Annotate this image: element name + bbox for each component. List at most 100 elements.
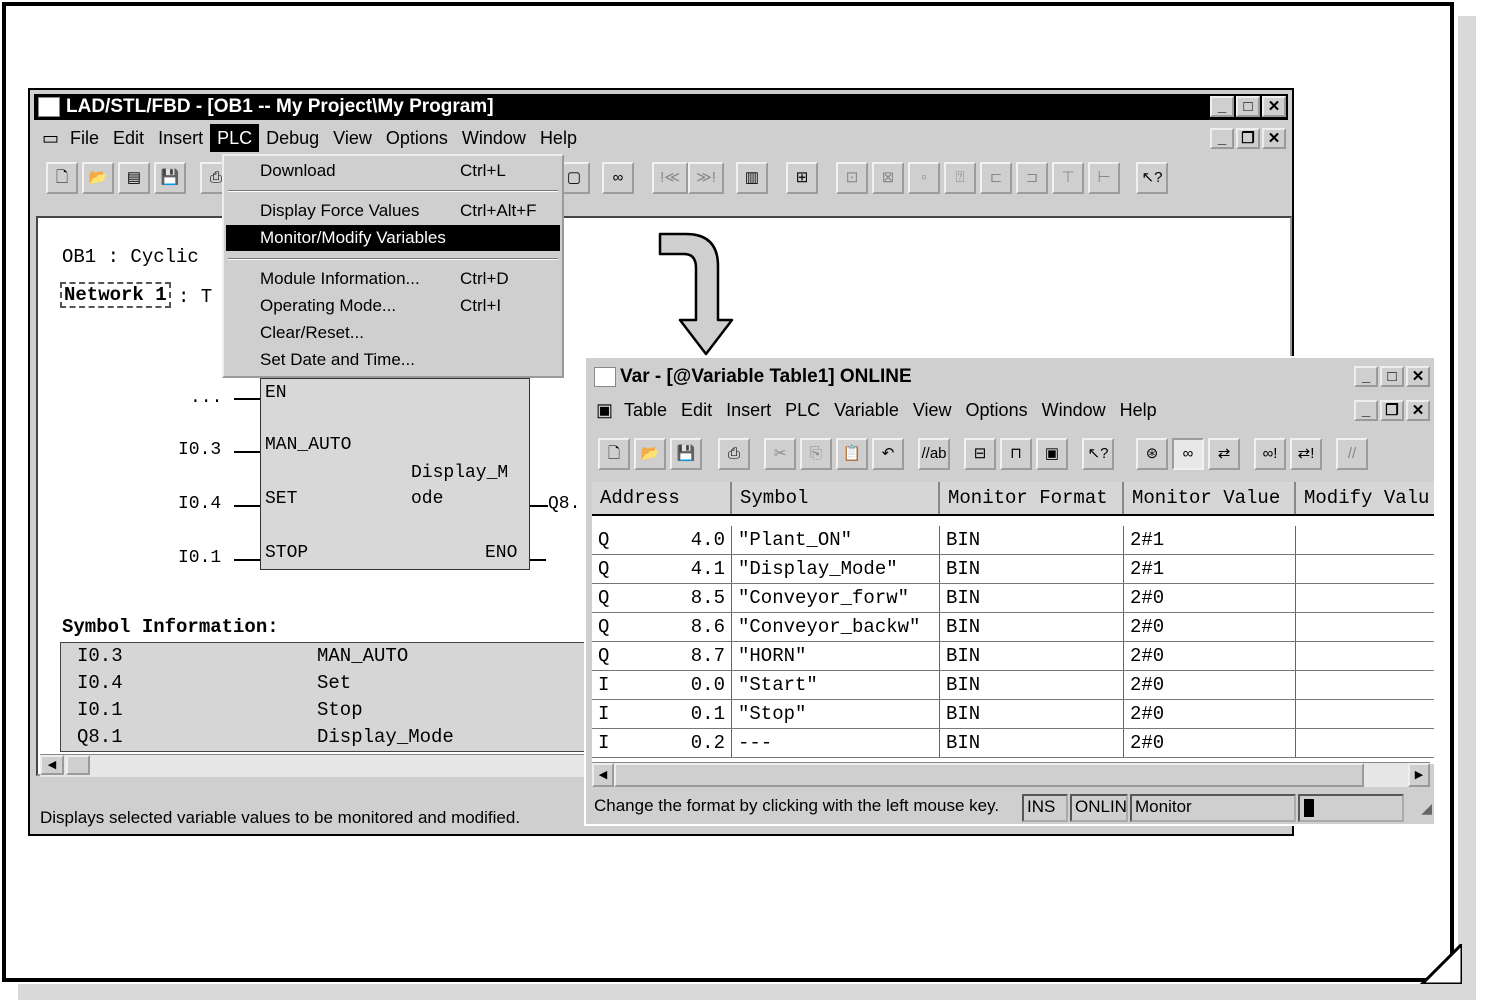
mdi-close-button[interactable]: ✕ <box>1262 128 1286 149</box>
operand-i0-1[interactable]: I0.1 <box>178 548 221 568</box>
table-row[interactable]: Q 4.1 "Display_Mode" BIN 2#1 <box>592 555 1434 584</box>
var-titlebar[interactable]: Var - [@Variable Table1] ONLINE _ □ ✕ <box>590 364 1432 390</box>
table-row[interactable]: Q 4.0 "Plant_ON" BIN 2#1 <box>592 526 1434 555</box>
mdi-minimize-button[interactable]: _ <box>1210 128 1234 149</box>
var-menu-variable[interactable]: Variable <box>827 396 906 424</box>
menu-item-display-force-values[interactable]: Display Force Values Ctrl+Alt+F <box>226 198 560 224</box>
help-pointer-icon[interactable]: ↖? <box>1136 162 1168 194</box>
var-minimize-button[interactable]: _ <box>1354 366 1378 387</box>
new-icon[interactable]: 🗋 <box>598 438 630 470</box>
cell-operand[interactable]: I <box>592 729 624 757</box>
cell-monitor-value[interactable]: 2#0 <box>1124 729 1296 757</box>
col-symbol[interactable]: Symbol <box>732 482 940 514</box>
var-doc-icon[interactable]: ▣ <box>590 396 617 424</box>
cell-address[interactable]: 4.1 <box>624 555 732 583</box>
var-menu-plc[interactable]: PLC <box>778 396 827 424</box>
cell-modify-value[interactable] <box>1296 729 1434 757</box>
fbd-block-display-mode[interactable]: EN MAN_AUTO SET STOP Display_M ode ENO <box>260 378 530 570</box>
menu-item-operating-mode[interactable]: Operating Mode... Ctrl+I <box>226 293 560 319</box>
cell-modify-value[interactable] <box>1296 613 1434 641</box>
cell-monitor-format[interactable]: BIN <box>940 642 1124 670</box>
modify-once-icon[interactable]: ⇄! <box>1290 438 1322 470</box>
monitor-once-icon[interactable]: ∞! <box>1254 438 1286 470</box>
menu-plc[interactable]: PLC <box>210 124 260 152</box>
menu-item-download[interactable]: Download Ctrl+L <box>226 158 560 184</box>
network-icon[interactable]: ⊞ <box>786 162 818 194</box>
cell-symbol[interactable]: "Stop" <box>732 700 940 728</box>
cell-symbol[interactable]: "Start" <box>732 671 940 699</box>
accessible-nodes-icon[interactable]: ⊟ <box>964 438 996 470</box>
resize-grip-icon[interactable]: ◢ <box>1421 800 1432 817</box>
var-menu-options[interactable]: Options <box>959 396 1035 424</box>
cell-monitor-value[interactable]: 2#0 <box>1124 671 1296 699</box>
save-icon[interactable]: 💾 <box>670 438 702 470</box>
cell-operand[interactable]: I <box>592 671 624 699</box>
network-label[interactable]: Network 1 <box>60 282 171 308</box>
print-icon[interactable]: ⎙ <box>718 438 750 470</box>
var-maximize-button[interactable]: □ <box>1380 366 1404 387</box>
cell-symbol[interactable]: "Conveyor_backw" <box>732 613 940 641</box>
var-menu-edit[interactable]: Edit <box>674 396 719 424</box>
cell-operand[interactable]: Q <box>592 584 624 612</box>
branch-icon[interactable]: ⊤ <box>1052 162 1084 194</box>
modify-icon[interactable]: ⇄ <box>1208 438 1240 470</box>
scroll-thumb[interactable] <box>614 763 1364 787</box>
table-row[interactable]: I 0.1 "Stop" BIN 2#0 <box>592 700 1434 729</box>
doc-icon[interactable]: ▭ <box>34 124 63 152</box>
branch-open-icon[interactable]: ⊏ <box>980 162 1012 194</box>
monitor-glasses-icon[interactable]: ∞ <box>602 162 634 194</box>
cell-monitor-format[interactable]: BIN <box>940 700 1124 728</box>
table-row[interactable]: I 0.2 --- BIN 2#0 <box>592 729 1434 758</box>
operand-q8[interactable]: Q8. <box>548 494 580 514</box>
cell-modify-value[interactable] <box>1296 526 1434 554</box>
branch-close-icon[interactable]: ⊐ <box>1016 162 1048 194</box>
cell-monitor-format[interactable]: BIN <box>940 613 1124 641</box>
menu-edit[interactable]: Edit <box>106 124 151 152</box>
col-address[interactable]: Address <box>592 482 732 514</box>
cell-operand[interactable]: Q <box>592 642 624 670</box>
var-close-button[interactable]: ✕ <box>1406 366 1430 387</box>
cell-symbol[interactable]: "Plant_ON" <box>732 526 940 554</box>
cell-operand[interactable]: Q <box>592 526 624 554</box>
module-icon[interactable]: ▣ <box>1036 438 1068 470</box>
menu-item-module-information[interactable]: Module Information... Ctrl+D <box>226 266 560 292</box>
close-button[interactable]: ✕ <box>1262 96 1286 117</box>
operand-i0-4[interactable]: I0.4 <box>178 494 221 514</box>
cell-modify-value[interactable] <box>1296 700 1434 728</box>
cell-symbol[interactable]: "HORN" <box>732 642 940 670</box>
cell-modify-value[interactable] <box>1296 584 1434 612</box>
menu-item-set-date-time[interactable]: Set Date and Time... <box>226 347 560 373</box>
cell-monitor-format[interactable]: BIN <box>940 584 1124 612</box>
operand-i0-3[interactable]: I0.3 <box>178 440 221 460</box>
table-row[interactable]: Q 8.6 "Conveyor_backw" BIN 2#0 <box>592 613 1434 642</box>
var-menu-view[interactable]: View <box>906 396 959 424</box>
menu-file[interactable]: File <box>63 124 106 152</box>
mdi-restore-button[interactable]: ❐ <box>1236 128 1260 149</box>
cell-address[interactable]: 0.1 <box>624 700 732 728</box>
accessible-nodes-icon[interactable]: ▤ <box>118 162 150 194</box>
force-icon[interactable]: // <box>1336 438 1368 470</box>
cell-monitor-value[interactable]: 2#0 <box>1124 642 1296 670</box>
var-menu-insert[interactable]: Insert <box>719 396 778 424</box>
var-mdi-restore-button[interactable]: ❐ <box>1380 400 1404 421</box>
menu-debug[interactable]: Debug <box>259 124 326 152</box>
cell-monitor-value[interactable]: 2#1 <box>1124 526 1296 554</box>
trigger-icon[interactable]: ⊛ <box>1136 438 1168 470</box>
cell-monitor-value[interactable]: 2#0 <box>1124 613 1296 641</box>
cell-address[interactable]: 0.0 <box>624 671 732 699</box>
menu-view[interactable]: View <box>326 124 379 152</box>
col-modify-value[interactable]: Modify Valu <box>1296 482 1434 514</box>
cell-symbol[interactable]: --- <box>732 729 940 757</box>
editor-titlebar[interactable]: LAD/STL/FBD - [OB1 -- My Project\My Prog… <box>34 94 1288 120</box>
nc-contact-icon[interactable]: ⊠ <box>872 162 904 194</box>
cut-icon[interactable]: ✂ <box>764 438 796 470</box>
cell-monitor-format[interactable]: BIN <box>940 555 1124 583</box>
var-menu-window[interactable]: Window <box>1035 396 1113 424</box>
copy-icon[interactable]: ⎘ <box>800 438 832 470</box>
table-row[interactable]: Q 8.7 "HORN" BIN 2#0 <box>592 642 1434 671</box>
cell-monitor-value[interactable]: 2#1 <box>1124 555 1296 583</box>
cell-monitor-value[interactable]: 2#0 <box>1124 584 1296 612</box>
table-row[interactable]: Q 8.5 "Conveyor_forw" BIN 2#0 <box>592 584 1434 613</box>
menu-item-clear-reset[interactable]: Clear/Reset... <box>226 320 560 346</box>
menu-item-monitor-modify-variables[interactable]: Monitor/Modify Variables <box>226 225 560 251</box>
